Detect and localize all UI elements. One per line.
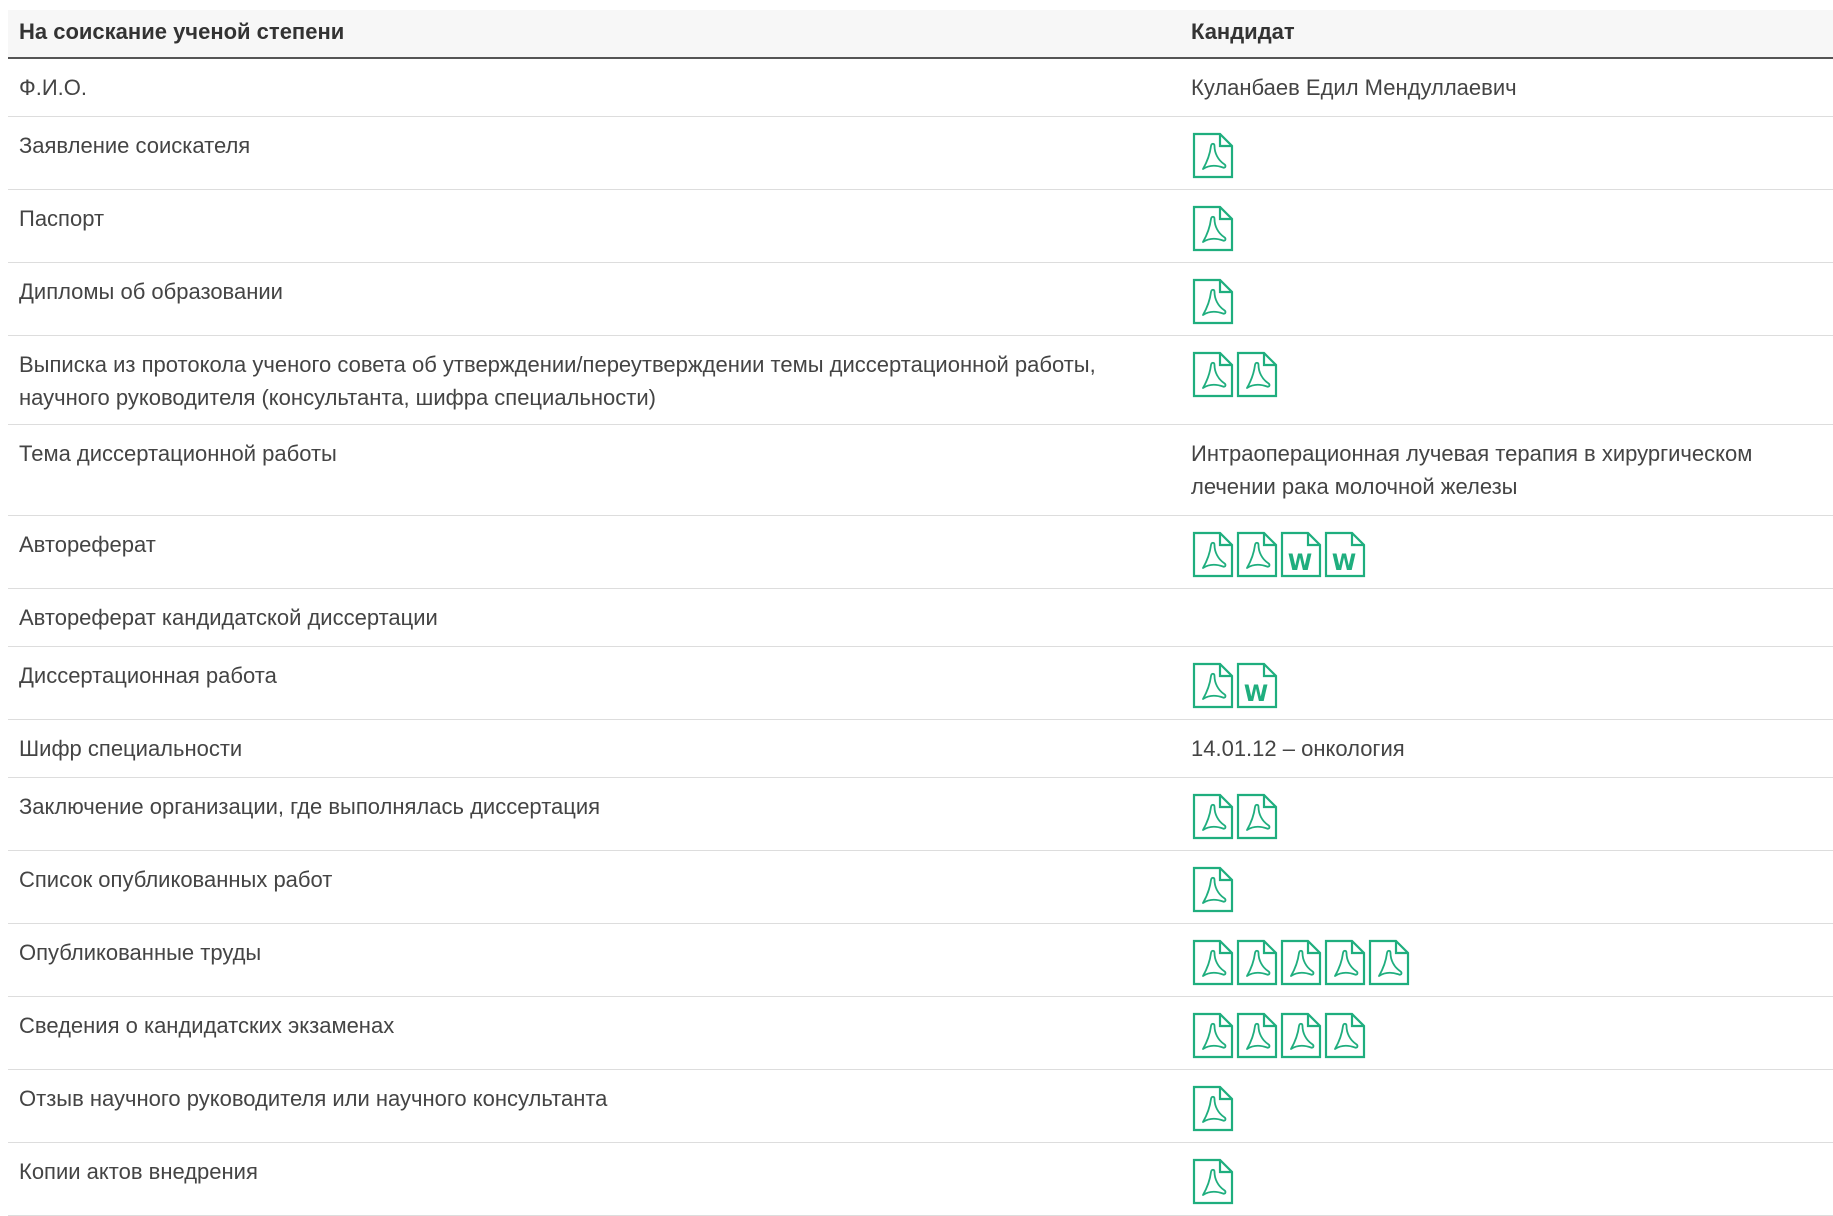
row-value: 14.01.12 – онкология <box>1180 719 1833 778</box>
row-label: Отзыв научного руководителя или научного… <box>8 1069 1180 1143</box>
column-header-candidate: Кандидат <box>1180 10 1833 59</box>
pdf-file-icon[interactable] <box>1191 1085 1235 1132</box>
file-links <box>1191 793 1833 840</box>
table-row: Опубликованные труды <box>8 923 1833 997</box>
file-links <box>1191 1085 1833 1132</box>
pdf-file-icon[interactable] <box>1191 351 1235 398</box>
row-value: Куланбаев Едил Мендуллаевич <box>1180 58 1833 117</box>
table-header-row: На соискание ученой степени Кандидат <box>8 10 1833 59</box>
table-row: Заключение организации, где выполнялась … <box>8 777 1833 851</box>
row-label: Заключение организации, где выполнялась … <box>8 777 1180 851</box>
table-row: Шифр специальности 14.01.12 – онкология <box>8 719 1833 778</box>
row-value <box>1180 116 1833 190</box>
table-body: Ф.И.О. Куланбаев Едил Мендуллаевич Заявлен… <box>8 58 1833 1216</box>
file-links: WW <box>1191 531 1833 578</box>
pdf-file-icon[interactable] <box>1191 866 1235 913</box>
row-value-text: Куланбаев Едил Мендуллаевич <box>1191 75 1517 100</box>
row-label: Опубликованные труды <box>8 923 1180 997</box>
pdf-file-icon[interactable] <box>1235 1012 1279 1059</box>
pdf-file-icon[interactable] <box>1323 1012 1367 1059</box>
svg-text:W: W <box>1288 551 1312 576</box>
row-value <box>1180 850 1833 924</box>
file-links <box>1191 132 1833 179</box>
pdf-file-icon[interactable] <box>1191 205 1235 252</box>
table-row: Автореферат W W <box>8 515 1833 589</box>
row-value <box>1180 335 1833 425</box>
candidate-documents-container: На соискание ученой степени Кандидат Ф.И… <box>8 10 1833 1216</box>
pdf-file-icon[interactable] <box>1235 793 1279 840</box>
pdf-file-icon[interactable] <box>1191 939 1235 986</box>
row-value <box>1180 923 1833 997</box>
word-file-icon[interactable]: W <box>1279 531 1323 578</box>
pdf-file-icon[interactable] <box>1191 278 1235 325</box>
file-links: W <box>1191 662 1833 709</box>
table-row: Копии актов внедрения <box>8 1142 1833 1216</box>
pdf-file-icon[interactable] <box>1191 793 1235 840</box>
row-label: Копии актов внедрения <box>8 1142 1180 1216</box>
table-row: Тема диссертационной работы Интраоперацио… <box>8 424 1833 516</box>
row-value <box>1180 1142 1833 1216</box>
pdf-file-icon[interactable] <box>1279 1012 1323 1059</box>
row-value-text: Интраоперационная лучевая терапия в хиру… <box>1191 441 1753 499</box>
file-links <box>1191 1012 1833 1059</box>
row-value <box>1180 189 1833 263</box>
word-file-icon[interactable]: W <box>1323 531 1367 578</box>
row-value <box>1180 262 1833 336</box>
pdf-file-icon[interactable] <box>1323 939 1367 986</box>
row-label: Паспорт <box>8 189 1180 263</box>
file-links <box>1191 278 1833 325</box>
candidate-documents-table: На соискание ученой степени Кандидат Ф.И… <box>8 10 1833 1216</box>
table-row: Дипломы об образовании <box>8 262 1833 336</box>
table-header: На соискание ученой степени Кандидат <box>8 10 1833 59</box>
column-header-degree: На соискание ученой степени <box>8 10 1180 59</box>
file-links <box>1191 205 1833 252</box>
table-row: Заявление соискателя <box>8 116 1833 190</box>
table-row: Паспорт <box>8 189 1833 263</box>
row-label: Ф.И.О. <box>8 58 1180 117</box>
table-row: Список опубликованных работ <box>8 850 1833 924</box>
pdf-file-icon[interactable] <box>1191 531 1235 578</box>
row-label: Сведения о кандидатских экзаменах <box>8 996 1180 1070</box>
row-label: Автореферат кандидатской диссертации <box>8 588 1180 647</box>
table-row: Сведения о кандидатских экзаменах <box>8 996 1833 1070</box>
row-value: W <box>1180 646 1833 720</box>
svg-text:W: W <box>1244 682 1268 707</box>
table-row: Диссертационная работа W <box>8 646 1833 720</box>
row-value <box>1180 996 1833 1070</box>
pdf-file-icon[interactable] <box>1235 939 1279 986</box>
pdf-file-icon[interactable] <box>1235 531 1279 578</box>
pdf-file-icon[interactable] <box>1191 132 1235 179</box>
pdf-file-icon[interactable] <box>1367 939 1411 986</box>
file-links <box>1191 1158 1833 1205</box>
row-value: Интраоперационная лучевая терапия в хиру… <box>1180 424 1833 516</box>
row-label: Заявление соискателя <box>8 116 1180 190</box>
svg-text:W: W <box>1332 551 1356 576</box>
table-row: Выписка из протокола ученого совета об у… <box>8 335 1833 425</box>
table-row: Ф.И.О. Куланбаев Едил Мендуллаевич <box>8 58 1833 117</box>
pdf-file-icon[interactable] <box>1191 1012 1235 1059</box>
row-value <box>1180 588 1833 647</box>
file-links <box>1191 351 1833 398</box>
row-label: Тема диссертационной работы <box>8 424 1180 516</box>
pdf-file-icon[interactable] <box>1235 351 1279 398</box>
row-label: Дипломы об образовании <box>8 262 1180 336</box>
row-value-text: 14.01.12 – онкология <box>1191 736 1405 761</box>
pdf-file-icon[interactable] <box>1279 939 1323 986</box>
row-label: Автореферат <box>8 515 1180 589</box>
row-value <box>1180 1069 1833 1143</box>
row-label: Выписка из протокола ученого совета об у… <box>8 335 1180 425</box>
table-row: Автореферат кандидатской диссертации <box>8 588 1833 647</box>
file-links <box>1191 866 1833 913</box>
row-label: Шифр специальности <box>8 719 1180 778</box>
row-label: Диссертационная работа <box>8 646 1180 720</box>
row-label: Список опубликованных работ <box>8 850 1180 924</box>
table-row: Отзыв научного руководителя или научного… <box>8 1069 1833 1143</box>
pdf-file-icon[interactable] <box>1191 662 1235 709</box>
row-value: WW <box>1180 515 1833 589</box>
row-value <box>1180 777 1833 851</box>
file-links <box>1191 939 1833 986</box>
pdf-file-icon[interactable] <box>1191 1158 1235 1205</box>
word-file-icon[interactable]: W <box>1235 662 1279 709</box>
